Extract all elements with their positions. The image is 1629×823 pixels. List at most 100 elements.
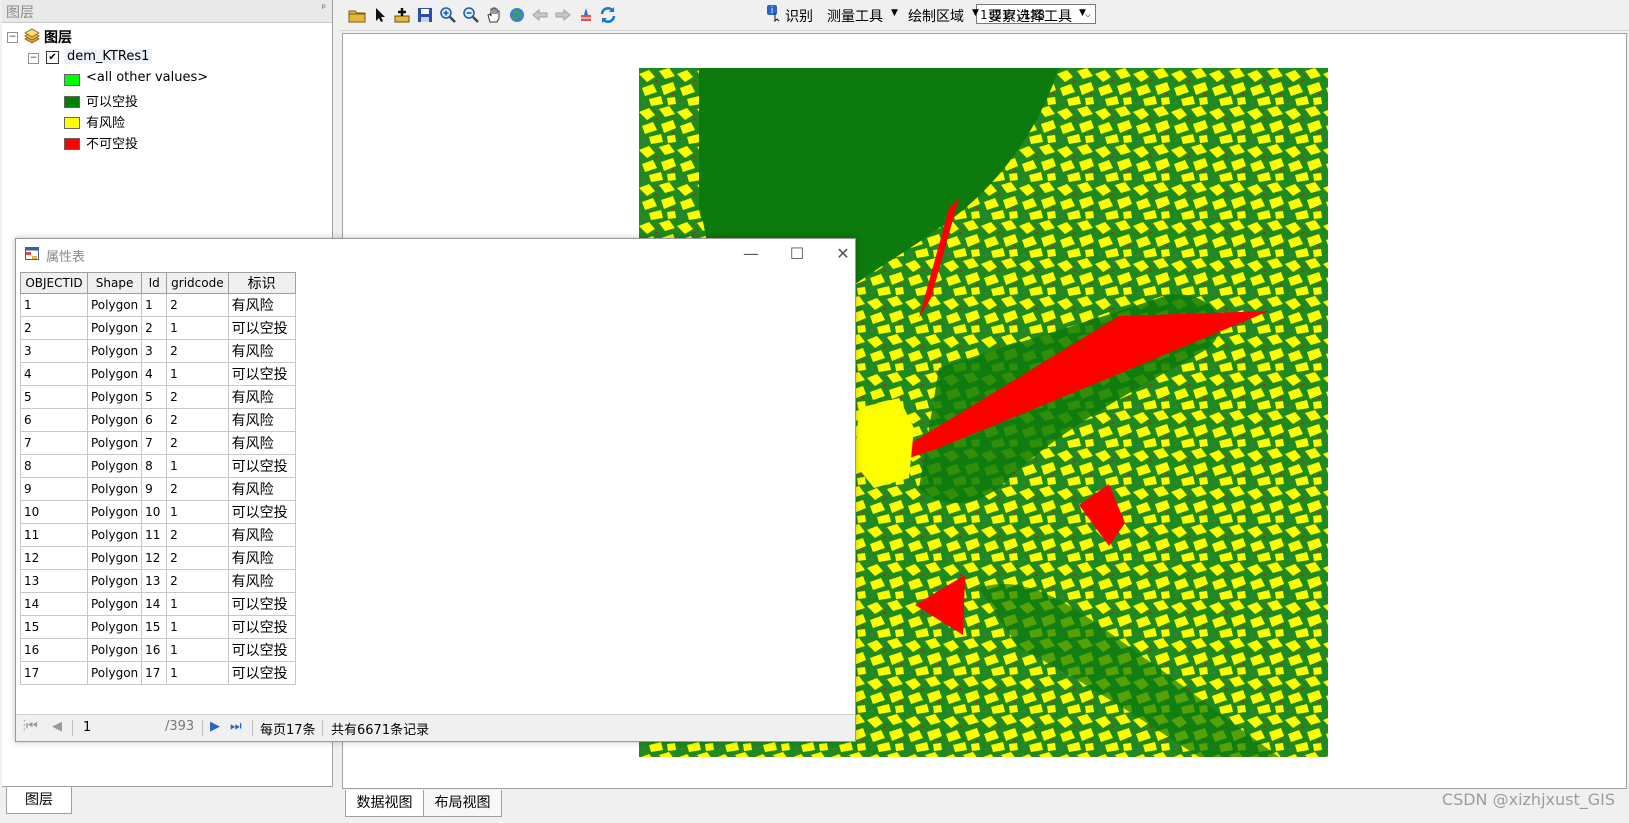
cell-label[interactable]: 有风险: [227, 385, 296, 409]
table-row[interactable]: 11 Polygon 11 2 有风险: [20, 523, 296, 547]
pin-icon[interactable]: ᵖ: [322, 3, 326, 14]
cell-label[interactable]: 有风险: [227, 408, 296, 432]
cell-objectid[interactable]: 14: [20, 592, 88, 616]
cell-objectid[interactable]: 9: [20, 477, 88, 501]
cell-id[interactable]: 11: [141, 523, 168, 547]
cell-shape[interactable]: Polygon: [86, 477, 143, 501]
column-header-label[interactable]: 标识: [227, 272, 296, 294]
cell-label[interactable]: 有风险: [227, 431, 296, 455]
collapse-root-icon[interactable]: −: [7, 32, 18, 43]
cell-shape[interactable]: Polygon: [86, 408, 143, 432]
cell-label[interactable]: 可以空投: [227, 500, 296, 524]
cell-id[interactable]: 15: [141, 615, 168, 639]
cell-gridcode[interactable]: 1: [166, 316, 229, 340]
cell-label[interactable]: 可以空投: [227, 661, 296, 685]
open-folder-icon[interactable]: [347, 6, 367, 24]
cell-id[interactable]: 17: [141, 661, 168, 685]
layer-visibility-checkbox[interactable]: ✔: [46, 51, 59, 64]
cell-label[interactable]: 可以空投: [227, 454, 296, 478]
table-row[interactable]: 17 Polygon 17 1 可以空投: [20, 661, 296, 685]
zoom-out-icon[interactable]: [461, 6, 481, 24]
cell-objectid[interactable]: 8: [20, 454, 88, 478]
column-header-objectid[interactable]: OBJECTID: [20, 272, 88, 294]
feature-select-button[interactable]: 要素选择工具: [988, 6, 1072, 26]
maximize-icon[interactable]: ☐: [783, 243, 811, 265]
next-page-icon[interactable]: ▶: [210, 719, 220, 734]
cell-gridcode[interactable]: 1: [166, 615, 229, 639]
cell-objectid[interactable]: 6: [20, 408, 88, 432]
table-row[interactable]: 12 Polygon 12 2 有风险: [20, 546, 296, 570]
table-row[interactable]: 15 Polygon 15 1 可以空投: [20, 615, 296, 639]
cell-gridcode[interactable]: 1: [166, 661, 229, 685]
save-icon[interactable]: [415, 6, 435, 24]
last-page-icon[interactable]: ⏭: [230, 719, 242, 734]
back-arrow-icon[interactable]: [530, 6, 550, 24]
cell-id[interactable]: 5: [141, 385, 168, 409]
cell-id[interactable]: 1: [141, 293, 168, 317]
identify-button[interactable]: 识别: [785, 6, 813, 26]
table-row[interactable]: 9 Polygon 9 2 有风险: [20, 477, 296, 501]
table-row[interactable]: 6 Polygon 6 2 有风险: [20, 408, 296, 432]
add-data-icon[interactable]: [392, 6, 412, 24]
cell-id[interactable]: 7: [141, 431, 168, 455]
cell-shape[interactable]: Polygon: [86, 546, 143, 570]
column-header-id[interactable]: Id: [141, 272, 168, 294]
cell-objectid[interactable]: 1: [20, 293, 88, 317]
cell-id[interactable]: 9: [141, 477, 168, 501]
cell-gridcode[interactable]: 2: [166, 546, 229, 570]
cell-objectid[interactable]: 12: [20, 546, 88, 570]
cell-gridcode[interactable]: 2: [166, 477, 229, 501]
cell-id[interactable]: 14: [141, 592, 168, 616]
full-extent-globe-icon[interactable]: [507, 6, 527, 24]
table-row[interactable]: 4 Polygon 4 1 可以空投: [20, 362, 296, 386]
table-row[interactable]: 13 Polygon 13 2 有风险: [20, 569, 296, 593]
cell-label[interactable]: 有风险: [227, 339, 296, 363]
table-row[interactable]: 2 Polygon 2 1 可以空投: [20, 316, 296, 340]
cell-gridcode[interactable]: 2: [166, 408, 229, 432]
cell-label[interactable]: 可以空投: [227, 316, 296, 340]
cell-label[interactable]: 可以空投: [227, 638, 296, 662]
table-row[interactable]: 3 Polygon 3 2 有风险: [20, 339, 296, 363]
draw-area-button[interactable]: 绘制区域: [908, 6, 964, 26]
cell-label[interactable]: 可以空投: [227, 615, 296, 639]
tab-data-view[interactable]: 数据视图: [345, 790, 424, 817]
cell-shape[interactable]: Polygon: [86, 339, 143, 363]
cell-shape[interactable]: Polygon: [86, 661, 143, 685]
cell-gridcode[interactable]: 2: [166, 293, 229, 317]
cell-objectid[interactable]: 3: [20, 339, 88, 363]
cell-shape[interactable]: Polygon: [86, 592, 143, 616]
forward-arrow-icon[interactable]: [553, 6, 573, 24]
cell-gridcode[interactable]: 2: [166, 523, 229, 547]
column-header-shape[interactable]: Shape: [86, 272, 143, 294]
cell-objectid[interactable]: 11: [20, 523, 88, 547]
draw-area-dropdown-icon[interactable]: ▼: [972, 8, 979, 18]
cell-objectid[interactable]: 17: [20, 661, 88, 685]
cell-objectid[interactable]: 2: [20, 316, 88, 340]
cell-label[interactable]: 有风险: [227, 569, 296, 593]
cell-gridcode[interactable]: 1: [166, 592, 229, 616]
cell-shape[interactable]: Polygon: [86, 523, 143, 547]
cell-gridcode[interactable]: 1: [166, 638, 229, 662]
cell-gridcode[interactable]: 1: [166, 362, 229, 386]
cell-id[interactable]: 6: [141, 408, 168, 432]
cell-gridcode[interactable]: 2: [166, 431, 229, 455]
layer-name[interactable]: dem_KTRes1: [64, 49, 153, 64]
table-row[interactable]: 14 Polygon 14 1 可以空投: [20, 592, 296, 616]
measure-tool-button[interactable]: 测量工具: [827, 6, 883, 26]
zoom-in-icon[interactable]: [438, 6, 458, 24]
table-row[interactable]: 10 Polygon 10 1 可以空投: [20, 500, 296, 524]
first-page-icon[interactable]: ⏮: [26, 719, 38, 734]
pan-hand-icon[interactable]: [484, 6, 504, 24]
close-icon[interactable]: ✕: [829, 243, 857, 265]
cell-objectid[interactable]: 4: [20, 362, 88, 386]
cell-shape[interactable]: Polygon: [86, 454, 143, 478]
cell-objectid[interactable]: 5: [20, 385, 88, 409]
cell-id[interactable]: 13: [141, 569, 168, 593]
collapse-layer-icon[interactable]: −: [28, 53, 39, 64]
cell-shape[interactable]: Polygon: [86, 316, 143, 340]
identify-icon[interactable]: i: [763, 4, 783, 22]
cell-id[interactable]: 4: [141, 362, 168, 386]
cell-id[interactable]: 16: [141, 638, 168, 662]
cell-gridcode[interactable]: 1: [166, 454, 229, 478]
cell-gridcode[interactable]: 2: [166, 569, 229, 593]
